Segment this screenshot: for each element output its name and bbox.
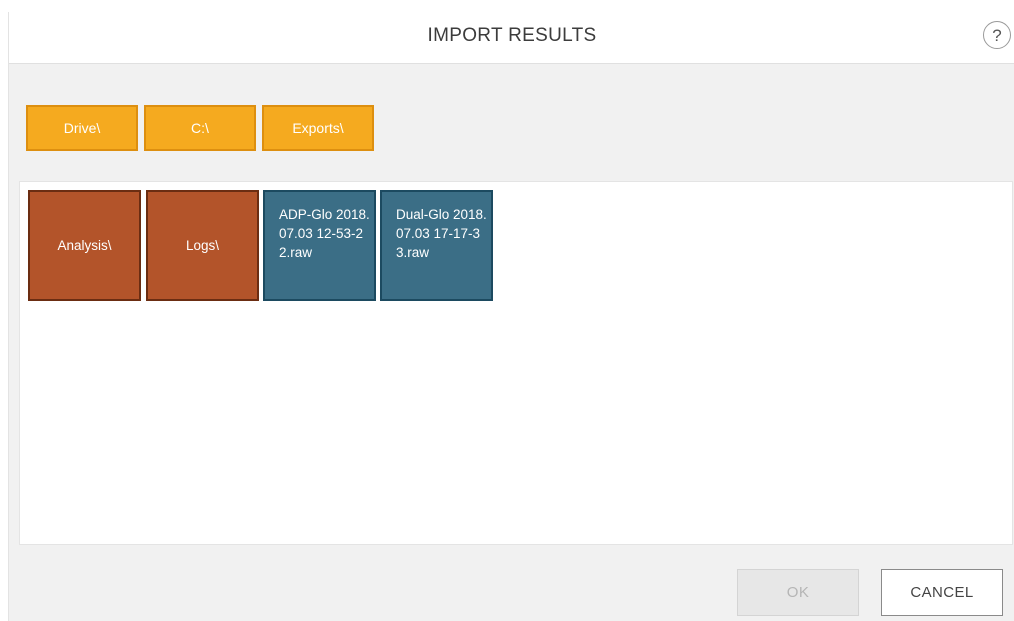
file-browser-panel: Analysis\ Logs\ ADP-Glo 2018.07.03 12-53… (19, 181, 1013, 545)
folder-label: Analysis\ (57, 238, 112, 253)
file-tile-adp-glo[interactable]: ADP-Glo 2018.07.03 12-53-22.raw (263, 190, 376, 301)
ok-button[interactable]: OK (737, 569, 859, 616)
file-label: ADP-Glo 2018.07.03 12-53-22.raw (279, 207, 370, 260)
folder-tile-analysis[interactable]: Analysis\ (28, 190, 141, 301)
breadcrumb-exports[interactable]: Exports\ (262, 105, 374, 151)
import-results-dialog: IMPORT RESULTS ? Drive\ C:\ Exports\ Ana… (8, 12, 1014, 621)
breadcrumb-c-drive[interactable]: C:\ (144, 105, 256, 151)
breadcrumb-drive[interactable]: Drive\ (26, 105, 138, 151)
cancel-button[interactable]: CANCEL (881, 569, 1003, 616)
help-button[interactable]: ? (983, 21, 1011, 49)
file-label: Dual-Glo 2018.07.03 17-17-33.raw (396, 207, 487, 260)
folder-label: Logs\ (185, 238, 220, 253)
folder-tile-logs[interactable]: Logs\ (146, 190, 259, 301)
dialog-title: IMPORT RESULTS (427, 25, 597, 46)
file-tile-dual-glo[interactable]: Dual-Glo 2018.07.03 17-17-33.raw (380, 190, 493, 301)
title-bar: IMPORT RESULTS ? (9, 12, 1014, 64)
